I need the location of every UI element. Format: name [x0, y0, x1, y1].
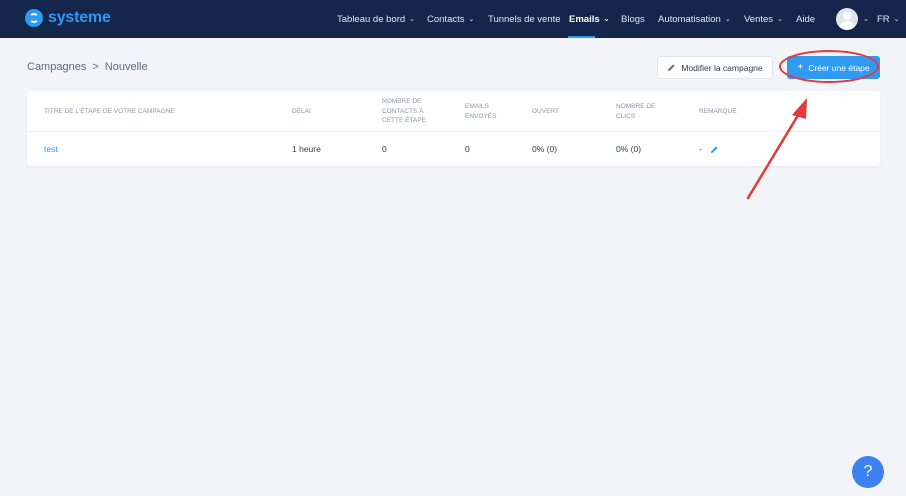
- breadcrumb-separator: >: [92, 61, 99, 73]
- step-delay: 1 heure: [292, 144, 321, 154]
- nav-label: Automatisation: [658, 13, 721, 25]
- nav-label: Contacts: [427, 13, 465, 25]
- logo-icon: [25, 9, 43, 27]
- active-nav-indicator: [568, 36, 595, 38]
- chevron-down-icon: ⌄: [724, 15, 731, 23]
- table-header: Titre de l'étape de votre campagne Délai…: [27, 91, 880, 132]
- annotation-highlight-circle: [779, 50, 879, 83]
- step-contacts: 0: [382, 144, 387, 154]
- pencil-icon: [668, 64, 675, 72]
- nav-label: Emails: [569, 13, 600, 25]
- language-switcher[interactable]: FR ⌄: [877, 0, 900, 38]
- column-header-remark: Remarque: [699, 107, 737, 115]
- nav-label: Tunnels de vente: [488, 13, 561, 25]
- breadcrumb-current: Nouvelle: [104, 61, 148, 73]
- step-remark: -: [699, 132, 719, 166]
- column-header-clicks: Nombre de clics: [616, 103, 656, 120]
- nav-ventes[interactable]: Ventes ⌄: [744, 0, 783, 38]
- chevron-down-icon: ⌄: [863, 15, 869, 23]
- chevron-down-icon: ⌄: [603, 15, 610, 23]
- nav-label: Blogs: [621, 13, 645, 25]
- language-label: FR: [877, 13, 890, 25]
- systeme-logo[interactable]: systeme: [25, 9, 111, 27]
- nav-automatisation[interactable]: Automatisation ⌄: [658, 0, 731, 38]
- edit-remark-pencil-icon[interactable]: [710, 145, 719, 154]
- nav-contacts[interactable]: Contacts ⌄: [427, 0, 474, 38]
- nav-tunnels-de-vente[interactable]: Tunnels de vente: [488, 0, 561, 38]
- column-header-opened: Ouvert: [532, 107, 559, 115]
- top-navigation-bar: systeme Tableau de bord ⌄ Contacts ⌄ Tun…: [0, 0, 906, 38]
- help-button[interactable]: ?: [852, 456, 884, 488]
- step-title-link[interactable]: test: [44, 132, 58, 166]
- nav-blogs[interactable]: Blogs: [621, 0, 645, 38]
- nav-label: Tableau de bord: [337, 13, 406, 25]
- nav-emails[interactable]: Emails ⌄: [569, 0, 610, 38]
- step-opened: 0% (0): [532, 144, 558, 154]
- column-header-contacts: Nombre de contacts à cette étape: [382, 98, 426, 125]
- logo-text: systeme: [48, 9, 111, 26]
- column-header-sent: Emails envoyés: [465, 103, 497, 120]
- chevron-down-icon: ⌄: [468, 15, 475, 23]
- remark-value: -: [699, 144, 702, 154]
- chevron-down-icon: ⌄: [409, 15, 416, 23]
- user-avatar[interactable]: [836, 8, 858, 30]
- question-mark-icon: ?: [863, 463, 873, 480]
- nav-aide[interactable]: Aide: [796, 0, 815, 38]
- breadcrumb: Campagnes > Nouvelle: [27, 61, 148, 73]
- step-clicks: 0% (0): [616, 144, 642, 154]
- chevron-down-icon: ⌄: [893, 15, 900, 23]
- column-header-delay: Délai: [292, 107, 311, 115]
- modify-campaign-label: Modifier la campagne: [681, 62, 763, 73]
- column-header-title: Titre de l'étape de votre campagne: [44, 107, 175, 115]
- nav-label: Aide: [796, 13, 816, 25]
- nav-tableau-de-bord[interactable]: Tableau de bord ⌄: [337, 0, 415, 38]
- nav-label: Ventes: [744, 13, 774, 25]
- modify-campaign-button[interactable]: Modifier la campagne: [657, 56, 773, 79]
- step-emails-sent: 0: [465, 144, 470, 154]
- user-menu-toggle[interactable]: ⌄: [863, 0, 869, 38]
- campaign-steps-table: Titre de l'étape de votre campagne Délai…: [27, 91, 880, 166]
- breadcrumb-parent-link[interactable]: Campagnes: [27, 61, 86, 73]
- chevron-down-icon: ⌄: [777, 15, 783, 23]
